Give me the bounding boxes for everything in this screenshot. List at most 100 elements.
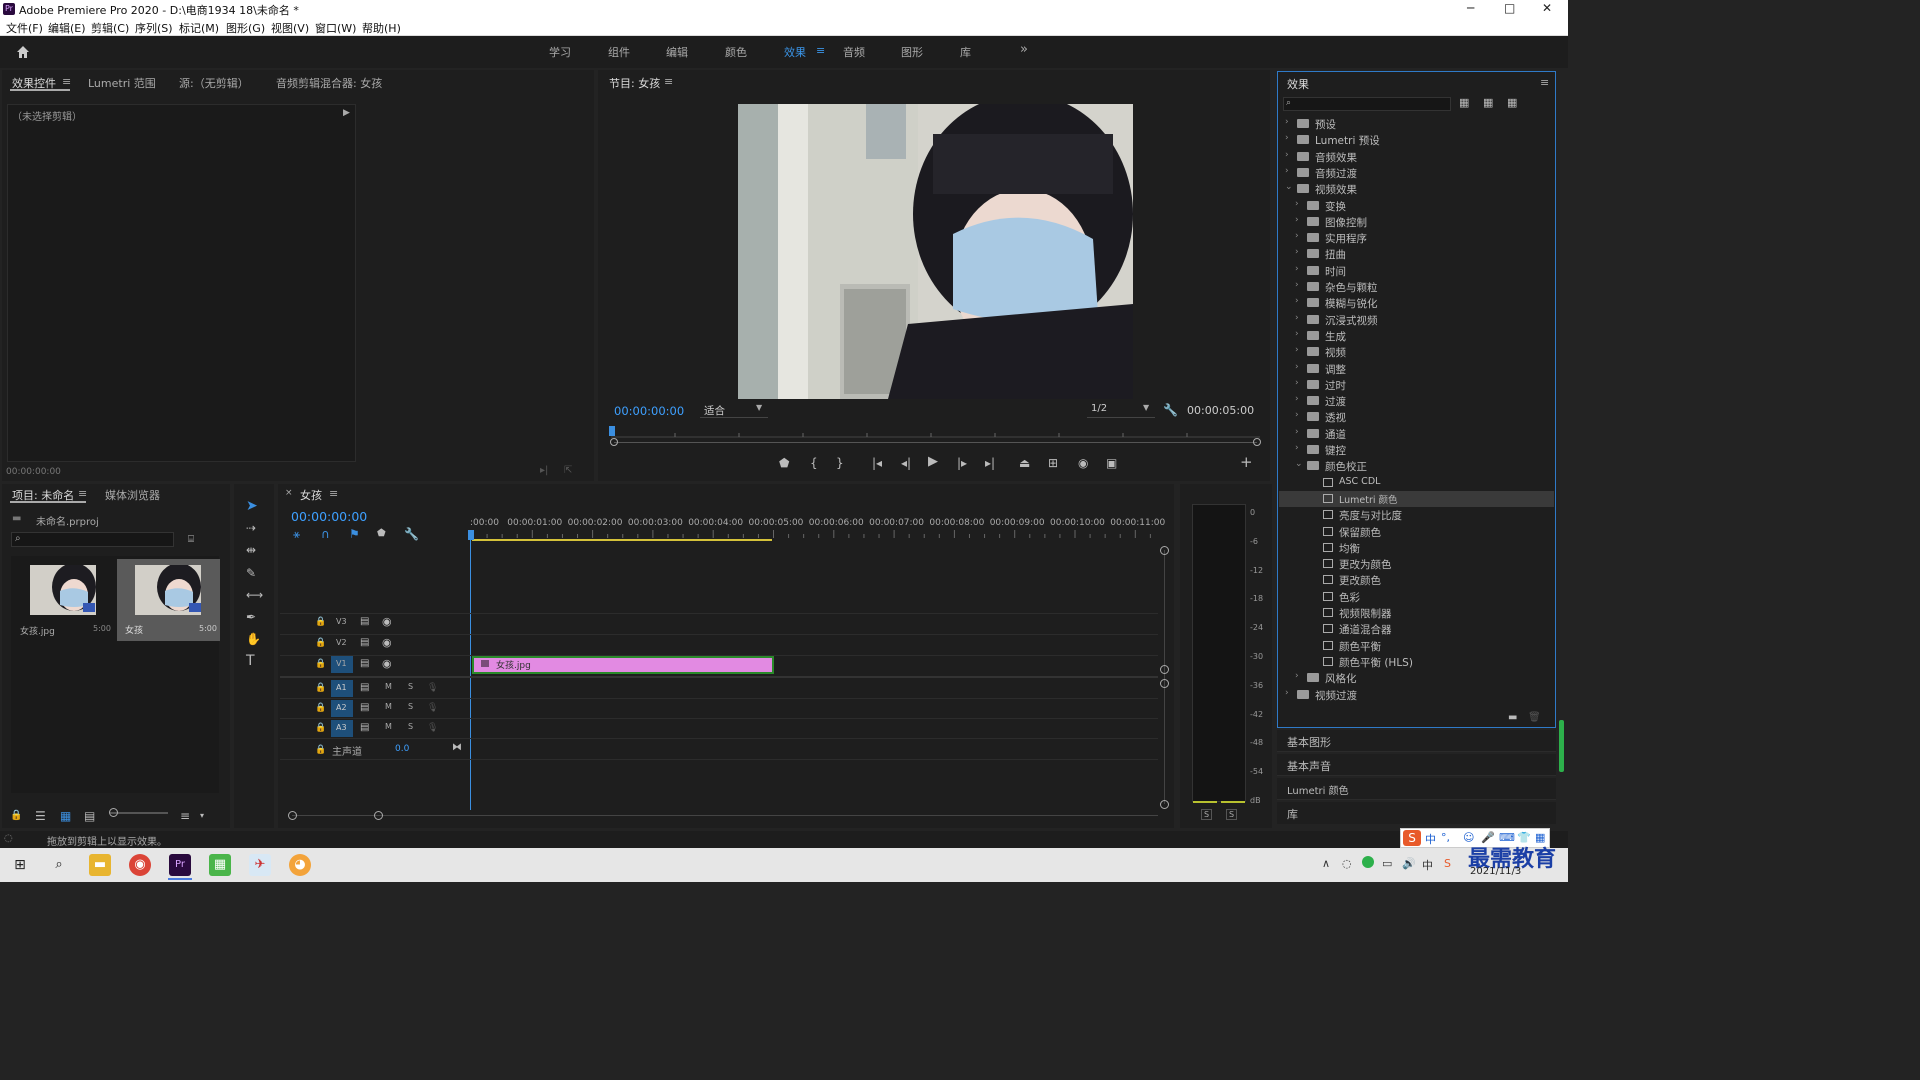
workspace-tab-color[interactable]: 颜色	[725, 44, 747, 60]
timeline-settings-wrench-icon[interactable]: 🔧	[404, 527, 419, 541]
effect-item[interactable]: 视频限制器	[1279, 605, 1554, 621]
chrome-icon[interactable]: ◉	[129, 854, 151, 876]
effect-item[interactable]: Lumetri 颜色	[1279, 490, 1554, 507]
close-sequence-icon[interactable]: ×	[285, 488, 293, 498]
chevron-right-icon[interactable]: ›	[1295, 199, 1299, 209]
timeline-timecode[interactable]: 00:00:00:00	[291, 509, 367, 524]
track-lock-icon[interactable]: 🔒	[315, 636, 326, 650]
workspace-tab-effects[interactable]: 效果	[784, 44, 806, 60]
file-explorer-icon[interactable]: ▬	[89, 854, 111, 876]
chevron-right-icon[interactable]: ›	[1295, 296, 1299, 306]
mark-out-icon[interactable]: }	[836, 456, 844, 470]
taskbar-search-icon[interactable]: ⌕	[48, 854, 70, 876]
extract-icon[interactable]: ⊞	[1048, 456, 1058, 470]
workspace-tab-learn[interactable]: 学习	[549, 44, 571, 60]
project-item[interactable]: 女孩 5:00	[117, 559, 220, 641]
program-mini-ruler[interactable]	[611, 428, 1260, 438]
project-search-input[interactable]: ⌕	[11, 532, 174, 547]
eye-icon[interactable]: ◉	[382, 615, 392, 629]
effects-folder[interactable]: › 变换	[1279, 198, 1554, 214]
sync-lock-icon[interactable]: ▤	[360, 721, 369, 735]
sync-lock-icon[interactable]: ▤	[360, 701, 369, 715]
menu-markers[interactable]: 标记(M)	[179, 20, 219, 36]
effects-folder[interactable]: › 实用程序	[1279, 230, 1554, 246]
go-to-in-icon[interactable]: |◂	[872, 456, 882, 470]
solo-button[interactable]: S	[408, 722, 413, 731]
effects-menu-icon[interactable]: ≡	[1540, 76, 1549, 89]
zoom-handle-right[interactable]	[1253, 438, 1261, 446]
eye-icon[interactable]: ◉	[382, 657, 392, 671]
program-menu-icon[interactable]: ≡	[664, 75, 673, 88]
effects-folder[interactable]: ⌄ 视频效果	[1279, 181, 1554, 197]
filter-icon[interactable]: ▸|	[540, 464, 548, 478]
track-select-tool-icon[interactable]: ⇢	[246, 521, 256, 535]
sync-lock-icon[interactable]: ▤	[360, 657, 369, 671]
effects-folder[interactable]: › 视频	[1279, 344, 1554, 360]
go-to-end-icon[interactable]: ⧓	[452, 741, 462, 755]
chevron-right-icon[interactable]: ›	[1295, 264, 1299, 274]
chevron-right-icon[interactable]: ›	[1295, 247, 1299, 257]
effect-item[interactable]: 更改为颜色	[1279, 556, 1554, 572]
wrench-icon[interactable]: 🔧	[1163, 403, 1178, 417]
comparison-view-icon[interactable]: ▣	[1106, 456, 1117, 470]
menu-edit[interactable]: 编辑(E)	[48, 20, 86, 36]
menu-file[interactable]: 文件(F)	[6, 20, 43, 36]
tray-security-icon[interactable]	[1362, 856, 1374, 868]
go-to-out-icon[interactable]: ▸|	[985, 456, 995, 470]
ime-punct-icon[interactable]: °,	[1441, 831, 1450, 844]
zoom-slider-handle[interactable]	[109, 808, 118, 817]
menu-graphics[interactable]: 图形(G)	[226, 20, 265, 36]
windows-start-icon[interactable]: ⊞	[9, 854, 31, 876]
step-back-icon[interactable]: ◂|	[901, 456, 911, 470]
add-button-icon[interactable]: +	[1240, 455, 1253, 470]
effects-folder[interactable]: › 时间	[1279, 263, 1554, 279]
accelerated-effects-icon[interactable]: ▦	[1459, 96, 1469, 110]
fit-dropdown[interactable]: 适合 ▼	[700, 402, 768, 418]
menu-window[interactable]: 窗口(W)	[315, 20, 356, 36]
effects-folder[interactable]: › 调整	[1279, 361, 1554, 377]
chevron-right-icon[interactable]: ›	[1285, 150, 1289, 160]
effects-folder[interactable]: › 音频过渡	[1279, 165, 1554, 181]
vscroll-handle[interactable]	[1160, 800, 1169, 809]
chevron-right-icon[interactable]: ›	[1295, 280, 1299, 290]
chevron-right-icon[interactable]: ›	[1295, 329, 1299, 339]
chevron-right-icon[interactable]: ›	[1295, 345, 1299, 355]
effects-folder[interactable]: › 杂色与颗粒	[1279, 279, 1554, 295]
linked-selection-icon[interactable]: ⚑	[349, 527, 360, 541]
chevron-right-icon[interactable]: ›	[1295, 313, 1299, 323]
track-lock-icon[interactable]: 🔒	[315, 657, 326, 671]
step-forward-icon[interactable]: |▸	[957, 456, 967, 470]
chevron-right-icon[interactable]: ›	[1295, 362, 1299, 372]
master-volume-value[interactable]: 0.0	[395, 744, 409, 754]
delete-icon[interactable]: 🗑	[1528, 711, 1541, 725]
effects-panel-title[interactable]: 效果	[1287, 76, 1309, 92]
effect-item[interactable]: 亮度与对比度	[1279, 507, 1554, 523]
mute-button[interactable]: M	[385, 702, 392, 711]
timeline-vertical-scroll[interactable]	[1164, 550, 1165, 804]
effects-folder[interactable]: › 键控	[1279, 442, 1554, 458]
track-lock-icon[interactable]: 🔒	[315, 681, 326, 695]
effect-item[interactable]: 通道混合器	[1279, 621, 1554, 637]
sync-lock-icon[interactable]: ▤	[360, 636, 369, 650]
effects-folder[interactable]: › 过时	[1279, 377, 1554, 393]
sort-icon[interactable]: ≡	[180, 809, 190, 823]
chevron-right-icon[interactable]: ›	[1295, 231, 1299, 241]
tray-notification-icon[interactable]: ◌	[1342, 857, 1352, 870]
icon-view-icon[interactable]: ▦	[60, 809, 71, 823]
export-icon[interactable]: ⇱	[564, 464, 572, 478]
tray-ime-icon[interactable]: 中	[1422, 857, 1433, 873]
chevron-right-icon[interactable]: ›	[1295, 394, 1299, 404]
type-tool-icon[interactable]: T	[246, 654, 255, 668]
add-marker-icon[interactable]: ⬟	[779, 456, 789, 470]
program-zoom-bar[interactable]	[614, 442, 1257, 443]
tab-media-browser[interactable]: 媒体浏览器	[105, 487, 160, 503]
effects-folder[interactable]: › 模糊与锐化	[1279, 295, 1554, 311]
app-taskbar-icon[interactable]: ◕	[289, 854, 311, 876]
expand-arrow-icon[interactable]: ▶	[343, 108, 350, 118]
tab-lumetri-scopes[interactable]: Lumetri 范围	[88, 75, 156, 91]
chevron-right-icon[interactable]: ›	[1295, 443, 1299, 453]
new-bin-icon[interactable]: ▬	[1508, 711, 1517, 725]
menu-view[interactable]: 视图(V)	[271, 20, 309, 36]
program-playhead[interactable]	[609, 426, 615, 436]
chevron-right-icon[interactable]: ›	[1285, 688, 1289, 698]
